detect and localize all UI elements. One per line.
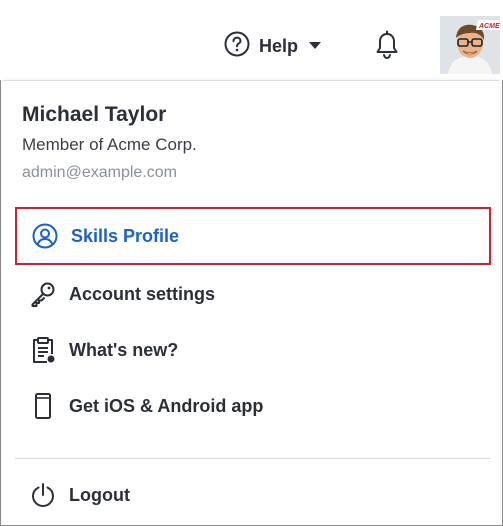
menu-item-whats-new[interactable]: What's new? — [15, 321, 491, 379]
notifications-button[interactable] — [374, 30, 400, 65]
logout-button[interactable]: Logout — [15, 466, 491, 524]
menu-item-label: Get iOS & Android app — [69, 395, 264, 416]
power-icon — [29, 481, 57, 509]
top-bar: Help ACME — [0, 0, 503, 80]
help-menu-button[interactable]: Help — [224, 31, 322, 62]
user-dropdown-menu: Michael Taylor Member of Acme Corp. admi… — [3, 80, 499, 525]
menu-item-get-mobile-app[interactable]: Get iOS & Android app — [15, 377, 491, 435]
menu-divider — [15, 458, 491, 459]
menu-item-label: What's new? — [69, 339, 179, 360]
user-email: admin@example.com — [22, 164, 177, 181]
menu-item-label: Skills Profile — [71, 225, 180, 246]
menu-item-account-settings[interactable]: Account settings — [15, 265, 491, 323]
menu-item-label: Account settings — [69, 283, 216, 304]
clipboard-icon — [29, 336, 57, 364]
user-organization: Member of Acme Corp. — [22, 135, 197, 154]
chevron-down-icon — [309, 42, 322, 50]
key-icon — [29, 280, 57, 308]
mobile-phone-icon — [29, 392, 57, 420]
menu-item-skills-profile[interactable]: Skills Profile — [15, 207, 491, 265]
avatar[interactable]: ACME — [440, 16, 500, 74]
bell-icon — [374, 30, 400, 64]
user-name: Michael Taylor — [22, 103, 167, 126]
user-circle-icon — [31, 222, 59, 250]
help-label: Help — [259, 35, 299, 56]
logout-label: Logout — [69, 484, 130, 505]
svg-text:ACME: ACME — [478, 23, 500, 30]
question-circle-icon — [224, 31, 250, 62]
